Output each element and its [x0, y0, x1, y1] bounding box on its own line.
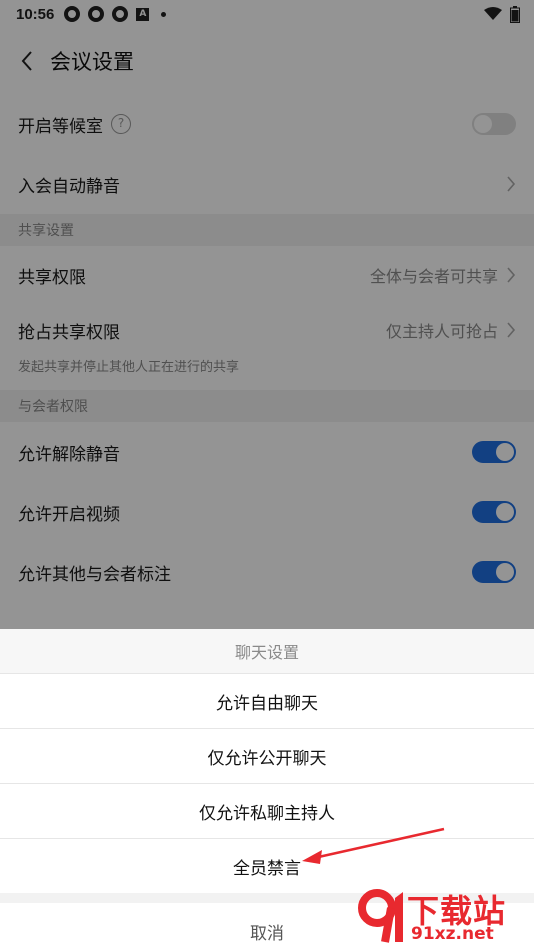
option-private-host-only[interactable]: 仅允许私聊主持人	[0, 783, 534, 838]
option-mute-all[interactable]: 全员禁言	[0, 838, 534, 893]
sheet-title: 聊天设置	[0, 629, 534, 673]
option-free-chat[interactable]: 允许自由聊天	[0, 673, 534, 728]
option-public-chat-only[interactable]: 仅允许公开聊天	[0, 728, 534, 783]
watermark-url: 91xz.net	[411, 924, 494, 944]
watermark-logo-icon	[358, 889, 403, 943]
site-watermark: 下载站 91xz.net	[355, 886, 530, 946]
